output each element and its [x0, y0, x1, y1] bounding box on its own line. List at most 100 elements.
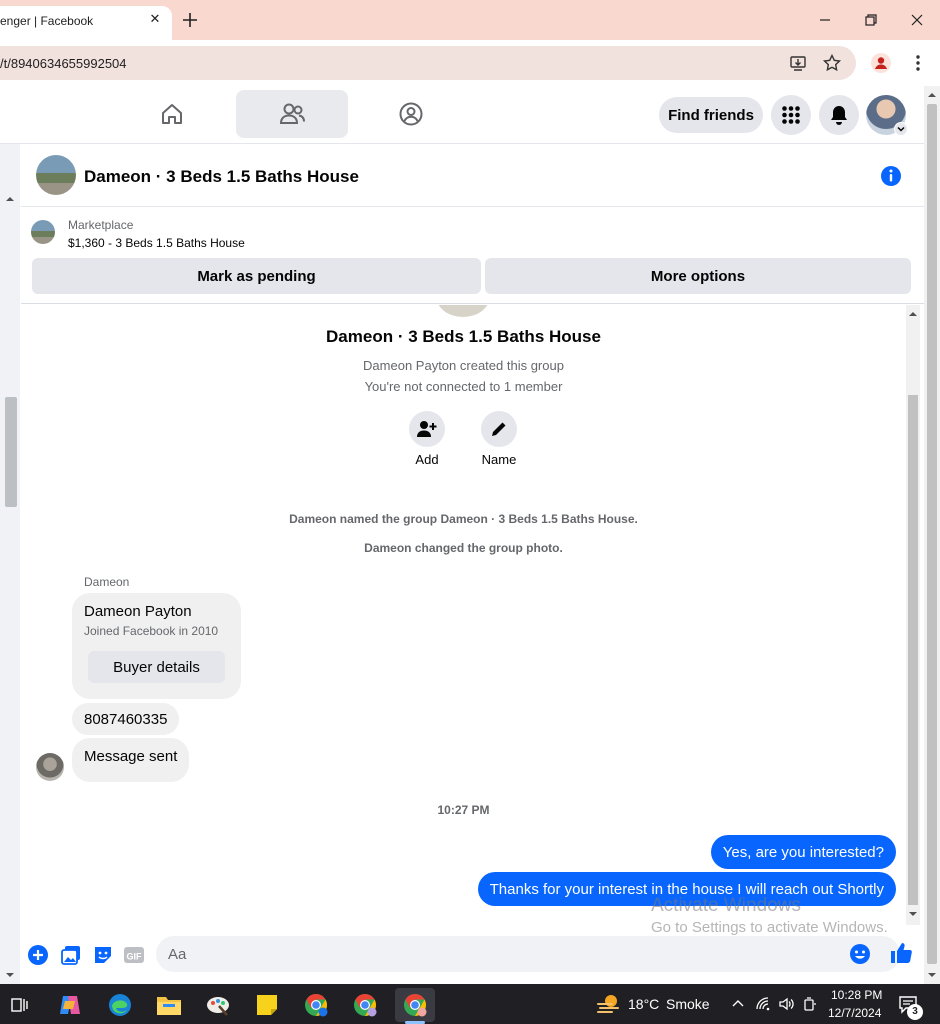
tab-close-icon[interactable]: ✕ — [147, 11, 163, 27]
taskbar-chrome-profile-a[interactable] — [296, 988, 336, 1022]
page-scroll-thumb[interactable] — [927, 104, 937, 964]
task-view-icon — [11, 998, 28, 1012]
taskbar-snipping-tool[interactable] — [198, 988, 238, 1022]
volume-icon[interactable] — [778, 996, 796, 1012]
browser-menu-icon[interactable] — [908, 52, 928, 74]
add-label: Add — [415, 452, 439, 467]
message-timestamp: 10:27 PM — [437, 803, 490, 817]
network-icon[interactable] — [755, 996, 771, 1012]
marketplace-listing-bar: Marketplace $1,360 - 3 Beds 1.5 Baths Ho… — [21, 208, 924, 304]
nav-home-tab[interactable] — [116, 90, 228, 138]
connection-note-text: You're not connected to 1 member — [364, 379, 563, 394]
nav-groups-tab[interactable] — [355, 90, 467, 138]
address-bar[interactable]: /t/8940634655992504 — [0, 46, 856, 80]
sender-avatar[interactable] — [36, 753, 64, 781]
windows-taskbar: 18°C Smoke 10:28 PM 12/7/2024 3 — [0, 984, 940, 1024]
address-bar-row: /t/8940634655992504 — [0, 40, 940, 86]
incoming-message[interactable]: Message sent — [72, 738, 190, 782]
taskbar-chrome-profile-b[interactable] — [345, 988, 385, 1022]
task-view-button[interactable] — [0, 988, 40, 1022]
gif-icon[interactable]: GIF — [123, 944, 145, 966]
copilot-icon — [60, 996, 80, 1014]
pencil-icon — [492, 422, 506, 436]
plus-circle-icon[interactable] — [27, 944, 49, 966]
paint-palette-icon — [207, 997, 229, 1016]
taskbar-edge[interactable] — [100, 988, 140, 1022]
taskbar-file-explorer[interactable] — [149, 988, 189, 1022]
minimize-icon[interactable] — [815, 10, 835, 30]
conversation-header: Dameon · 3 Beds 1.5 Baths House — [21, 145, 924, 207]
weather-haze-icon[interactable] — [596, 992, 622, 1016]
mark-as-pending-button[interactable]: Mark as pending — [32, 258, 481, 294]
edge-browser-icon — [109, 994, 131, 1016]
left-panel-scrollbar[interactable] — [0, 144, 20, 984]
message-input[interactable] — [156, 936, 900, 972]
thread-scrollbar[interactable] — [906, 305, 920, 925]
bookmark-star-icon[interactable] — [822, 53, 842, 73]
clock-time[interactable]: 10:28 PM — [831, 988, 882, 1002]
emoji-icon[interactable] — [849, 943, 871, 965]
clock-date[interactable]: 12/7/2024 — [828, 1006, 881, 1020]
folder-icon — [157, 997, 181, 1015]
scroll-down-arrow-icon[interactable] — [5, 970, 15, 980]
thread-scroll-thumb[interactable] — [908, 395, 918, 905]
incoming-message[interactable]: 8087460335 — [72, 703, 180, 735]
new-tab-icon[interactable] — [180, 10, 200, 30]
show-hidden-icons-icon[interactable] — [731, 997, 745, 1011]
weather-temperature[interactable]: 18°C — [628, 996, 659, 1012]
install-app-icon[interactable] — [788, 53, 808, 73]
url-text: /t/8940634655992504 — [0, 56, 127, 71]
menu-grid-button[interactable] — [771, 95, 811, 135]
group-photo — [436, 305, 490, 317]
conversation-title[interactable]: Dameon · 3 Beds 1.5 Baths House — [84, 167, 359, 187]
thread-scroll-up-icon[interactable] — [908, 309, 918, 319]
buyer-details-button[interactable]: Buyer details — [88, 651, 225, 683]
chrome-icon — [404, 994, 427, 1017]
taskbar-chrome-active[interactable] — [395, 988, 435, 1022]
page-scroll-up-icon[interactable] — [927, 90, 937, 100]
facebook-top-nav: Find friends — [0, 86, 924, 144]
thumbs-up-icon[interactable] — [889, 941, 913, 965]
listing-thumbnail[interactable] — [31, 220, 55, 244]
conversation-info-icon[interactable] — [879, 164, 903, 188]
group-created-text: Dameon Payton created this group — [363, 358, 564, 373]
restore-icon[interactable] — [861, 10, 881, 30]
profile-card-joined: Joined Facebook in 2010 — [84, 624, 219, 638]
page-scrollbar[interactable] — [924, 86, 940, 984]
group-avatar[interactable] — [36, 155, 76, 195]
taskbar-copilot[interactable] — [50, 988, 90, 1022]
browser-tab[interactable]: enger | Facebook ✕ — [0, 6, 172, 40]
activate-windows-title: Activate Windows — [651, 895, 801, 916]
gif-label: GIF — [127, 952, 143, 962]
add-member-button[interactable] — [409, 411, 445, 447]
left-scroll-thumb[interactable] — [5, 397, 17, 507]
nav-friends-tab[interactable] — [236, 90, 348, 138]
thread-scroll-down-icon[interactable] — [908, 909, 918, 919]
group-renamed-event: Dameon named the group Dameon · 3 Beds 1… — [289, 512, 638, 526]
more-options-button[interactable]: More options — [485, 258, 911, 294]
taskbar-sticky-notes[interactable] — [247, 988, 287, 1022]
sticker-icon[interactable] — [92, 944, 114, 966]
close-window-icon[interactable] — [907, 10, 927, 30]
outgoing-message[interactable]: Yes, are you interested? — [710, 835, 896, 869]
browser-profile-icon[interactable] — [870, 52, 892, 74]
scroll-up-arrow-icon[interactable] — [5, 194, 15, 204]
account-chevron-down-icon[interactable] — [894, 122, 908, 136]
profile-card-name[interactable]: Dameon Payton — [84, 603, 192, 620]
photo-attach-icon[interactable] — [60, 944, 82, 966]
group-photo-event: Dameon changed the group photo. — [364, 541, 563, 555]
battery-icon[interactable] — [802, 996, 818, 1012]
bell-icon — [831, 106, 847, 125]
profile-circle-icon — [399, 102, 423, 126]
listing-summary[interactable]: $1,360 - 3 Beds 1.5 Baths House — [68, 236, 245, 250]
home-icon — [162, 104, 182, 124]
notifications-button[interactable] — [819, 95, 859, 135]
rename-group-button[interactable] — [481, 411, 517, 447]
weather-description[interactable]: Smoke — [666, 996, 710, 1012]
notification-count-badge: 3 — [907, 1004, 923, 1020]
page-scroll-down-icon[interactable] — [927, 970, 937, 980]
grid-menu-icon — [782, 106, 800, 124]
activate-windows-subtitle: Go to Settings to activate Windows. — [651, 919, 888, 936]
find-friends-button[interactable]: Find friends — [659, 97, 763, 133]
browser-tab-strip: enger | Facebook ✕ — [0, 0, 940, 40]
